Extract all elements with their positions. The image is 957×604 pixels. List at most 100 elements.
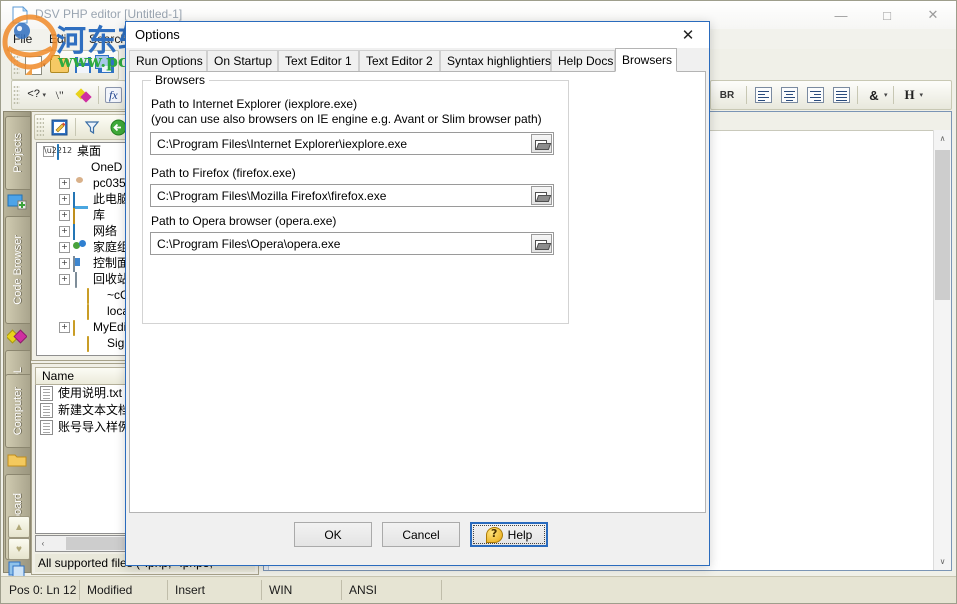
gem-icon: [77, 89, 90, 102]
chevron-down-icon[interactable]: ▾: [42, 61, 46, 69]
tree-expander[interactable]: \u2212: [43, 146, 54, 157]
dialog-close-button[interactable]: ✕: [667, 22, 709, 48]
tree-expander[interactable]: +: [59, 194, 70, 205]
tab-browsers[interactable]: Browsers: [615, 48, 677, 72]
scrollbar-thumb[interactable]: [935, 150, 950, 300]
toolbar-grip[interactable]: [13, 55, 20, 75]
tree-item-label: 网络: [93, 223, 117, 239]
sidebar-item-code-browser[interactable]: Code Browser: [5, 216, 31, 324]
new-document-button[interactable]: [23, 53, 44, 77]
back-arrow-icon: [110, 119, 127, 136]
align-right-button[interactable]: [803, 83, 827, 107]
close-icon: ✕: [928, 7, 939, 23]
status-bar: Pos 0: Ln 12 Modified Insert WIN ANSI: [1, 576, 956, 603]
tab-syntax-highlightiers[interactable]: Syntax highlightiers: [440, 50, 551, 72]
project-add-icon[interactable]: [7, 192, 27, 212]
file-name: 账号导入样例: [58, 419, 130, 436]
br-tag-button[interactable]: BR: [712, 83, 742, 107]
tree-item-label: 家庭组: [93, 239, 129, 255]
firefox-path-input[interactable]: [155, 188, 529, 204]
open-file-button[interactable]: [49, 53, 70, 77]
ie-path-field[interactable]: [150, 132, 554, 155]
chevron-down-icon[interactable]: ▾: [884, 91, 888, 99]
chevron-down-icon[interactable]: ▾: [920, 91, 924, 99]
dialog-titlebar[interactable]: Options ✕: [126, 22, 709, 48]
folder-icon[interactable]: [7, 450, 27, 470]
opera-path-input[interactable]: [155, 236, 529, 252]
editor-vscrollbar[interactable]: ∧ ∨: [933, 130, 951, 570]
slash-icon: \": [56, 88, 64, 103]
tab-text-editor-1[interactable]: Text Editor 1: [278, 50, 359, 72]
close-button[interactable]: ✕: [910, 1, 956, 29]
tree-expander[interactable]: +: [59, 274, 70, 285]
function-button[interactable]: fx: [103, 83, 124, 107]
edit-project-button[interactable]: [47, 115, 71, 139]
tab-on-startup[interactable]: On Startup: [207, 50, 278, 72]
favorites-button[interactable]: ♥: [8, 538, 30, 560]
cancel-button[interactable]: Cancel: [382, 522, 460, 547]
menu-edit[interactable]: Edit: [43, 31, 76, 47]
br-icon: BR: [720, 90, 734, 101]
php-tag-icon: <?: [27, 89, 40, 101]
scroll-up-button[interactable]: ▲: [8, 516, 30, 538]
gem-icon[interactable]: [7, 326, 27, 346]
status-divider: [441, 580, 442, 600]
save-all-button[interactable]: [96, 53, 117, 77]
ie-path-input[interactable]: [155, 136, 529, 152]
color-picker-button[interactable]: [72, 83, 93, 107]
ie-path-browse-button[interactable]: [531, 134, 552, 153]
tab-run-options[interactable]: Run Options: [129, 50, 207, 72]
tree-expander[interactable]: +: [59, 242, 70, 253]
tree-expander[interactable]: +: [59, 210, 70, 221]
close-icon: ✕: [682, 26, 695, 44]
comment-button[interactable]: \": [49, 83, 70, 107]
filter-button[interactable]: [80, 115, 104, 139]
toolbar-grip[interactable]: [13, 85, 20, 105]
opera-path-field[interactable]: [150, 232, 554, 255]
tree-item-label: 控制面: [93, 255, 129, 271]
new-document-icon: [25, 56, 42, 75]
toolbar-grip[interactable]: [36, 117, 44, 137]
minimize-button[interactable]: —: [818, 1, 864, 29]
ampersand-icon: &: [869, 88, 878, 103]
firefox-path-browse-button[interactable]: [531, 186, 552, 205]
align-justify-button[interactable]: [829, 83, 853, 107]
scroll-left-icon[interactable]: ‹: [36, 537, 50, 550]
file-toolbar-group: ▾: [11, 50, 119, 80]
tab-help-docs[interactable]: Help Docs: [551, 50, 615, 72]
ok-button[interactable]: OK: [294, 522, 372, 547]
maximize-button[interactable]: □: [864, 1, 910, 29]
tab-text-editor-2[interactable]: Text Editor 2: [359, 50, 440, 72]
firefox-path-field[interactable]: [150, 184, 554, 207]
align-left-button[interactable]: [751, 83, 775, 107]
php-tag-button[interactable]: <?: [23, 83, 44, 107]
tree-expander[interactable]: +: [59, 226, 70, 237]
folder-icon: [73, 320, 89, 334]
chevron-up-icon: ▲: [14, 522, 24, 533]
browsers-groupbox: Browsers Path to Internet Explorer (iexp…: [142, 80, 569, 324]
tree-expander: [75, 291, 84, 300]
menu-file[interactable]: File: [7, 31, 38, 47]
help-button[interactable]: Help: [470, 522, 548, 547]
opera-path-browse-button[interactable]: [531, 234, 552, 253]
align-right-icon: [807, 87, 824, 103]
status-caret-position: Pos 0: Ln 12: [1, 581, 87, 599]
save-button[interactable]: [72, 53, 93, 77]
tree-expander[interactable]: +: [59, 258, 70, 269]
chevron-down-icon[interactable]: ▾: [43, 91, 47, 99]
align-center-button[interactable]: [777, 83, 801, 107]
folder-icon: [87, 336, 103, 350]
focus-indicator: [473, 525, 545, 544]
file-name: 新建文本文档: [58, 402, 130, 419]
scroll-down-icon[interactable]: ∨: [934, 553, 951, 570]
tree-expander[interactable]: +: [59, 322, 70, 333]
text-file-icon: [40, 403, 53, 418]
scroll-up-icon[interactable]: ∧: [934, 130, 951, 147]
tree-item-label: 回收站: [93, 271, 129, 287]
sidebar-item-projects[interactable]: Projects: [5, 116, 31, 190]
entity-button[interactable]: &: [862, 83, 886, 107]
sidebar-item-computer[interactable]: Computer: [5, 374, 31, 448]
tree-expander[interactable]: +: [59, 178, 70, 189]
tree-item-label: 此电脑: [93, 191, 129, 207]
heading-button[interactable]: H: [898, 83, 922, 107]
